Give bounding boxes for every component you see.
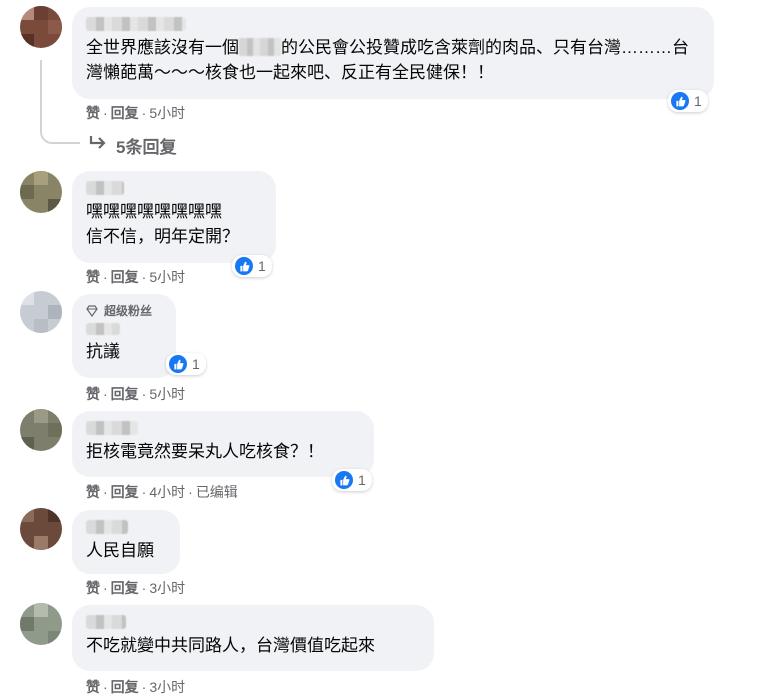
comment-bubble: 拒核電竟然要呆丸人吃核食？！	[72, 411, 374, 477]
like-button[interactable]: 赞	[86, 386, 100, 402]
timestamp[interactable]: 3小时	[149, 679, 185, 695]
author-name[interactable]	[86, 181, 124, 195]
like-reaction-icon	[169, 355, 187, 373]
thread-connector	[40, 60, 80, 144]
reaction-count[interactable]: 1	[668, 90, 708, 112]
redacted-text	[239, 38, 281, 56]
like-button[interactable]: 赞	[86, 679, 100, 695]
comment-actions: 赞 · 回复 · 3小时	[86, 679, 186, 695]
author-name[interactable]	[86, 323, 120, 335]
comment-actions: 赞 · 回复 · 4小时 · 已编辑	[86, 484, 238, 500]
reaction-count[interactable]: 1	[332, 469, 372, 491]
avatar[interactable]	[20, 409, 62, 451]
top-fan-badge: 超级粉丝	[86, 302, 164, 319]
view-replies-button[interactable]: 5条回复	[88, 133, 176, 158]
comment-text: 人民自願	[86, 541, 154, 560]
avatar[interactable]	[20, 603, 62, 645]
author-name[interactable]	[86, 17, 186, 31]
avatar[interactable]	[20, 291, 62, 333]
timestamp[interactable]: 3小时	[149, 580, 185, 596]
diamond-icon	[86, 304, 98, 317]
reply-button[interactable]: 回复	[111, 386, 139, 402]
comment-actions: 赞 · 回复 · 5小时	[86, 269, 186, 285]
avatar[interactable]	[20, 6, 62, 48]
edited-label: 已编辑	[195, 484, 238, 500]
timestamp[interactable]: 5小时	[149, 269, 185, 285]
comment-bubble: 嘿嘿嘿嘿嘿嘿嘿嘿 信不信，明年定開？	[72, 171, 276, 263]
comment-text: 全世界應該沒有一個 的公民會公投贊成吃含萊劑的肉品、只有台灣………台灣懶葩萬～～～…	[86, 38, 689, 82]
reply-button[interactable]: 回复	[111, 105, 139, 121]
comment-actions: 赞 · 回复 · 3小时	[86, 580, 186, 596]
like-button[interactable]: 赞	[86, 484, 100, 500]
comment-actions: 赞 · 回复 · 5小时	[86, 105, 186, 121]
comment-bubble: 超级粉丝 抗議	[72, 294, 176, 378]
like-button[interactable]: 赞	[86, 105, 100, 121]
avatar[interactable]	[20, 171, 62, 213]
reply-arrow-icon	[88, 135, 108, 156]
like-button[interactable]: 赞	[86, 269, 100, 285]
like-reaction-icon	[235, 257, 253, 275]
reaction-count[interactable]: 1	[166, 353, 206, 375]
comment-text: 拒核電竟然要呆丸人吃核食？！	[86, 442, 324, 461]
comment-text: 嘿嘿嘿嘿嘿嘿嘿嘿 信不信，明年定開？	[86, 202, 239, 246]
comment-bubble: 不吃就變中共同路人，台灣價值吃起來	[72, 605, 434, 671]
reply-button[interactable]: 回复	[111, 484, 139, 500]
author-name[interactable]	[86, 421, 138, 435]
timestamp[interactable]: 4小时	[149, 484, 185, 500]
like-button[interactable]: 赞	[86, 580, 100, 596]
reaction-count[interactable]: 1	[232, 255, 272, 277]
comment-bubble: 全世界應該沒有一個 的公民會公投贊成吃含萊劑的肉品、只有台灣………台灣懶葩萬～～～…	[72, 7, 714, 99]
comment-text: 不吃就變中共同路人，台灣價值吃起來	[86, 636, 375, 655]
comment-text: 抗議	[86, 342, 120, 361]
like-reaction-icon	[671, 92, 689, 110]
comment-bubble: 人民自願	[72, 510, 180, 574]
comment-actions: 赞 · 回复 · 5小时	[86, 386, 186, 402]
timestamp[interactable]: 5小时	[149, 386, 185, 402]
avatar[interactable]	[20, 508, 62, 550]
reply-button[interactable]: 回复	[111, 269, 139, 285]
reply-button[interactable]: 回复	[111, 679, 139, 695]
author-name[interactable]	[86, 520, 128, 534]
author-name[interactable]	[86, 615, 126, 629]
reply-button[interactable]: 回复	[111, 580, 139, 596]
like-reaction-icon	[335, 471, 353, 489]
timestamp[interactable]: 5小时	[149, 105, 185, 121]
